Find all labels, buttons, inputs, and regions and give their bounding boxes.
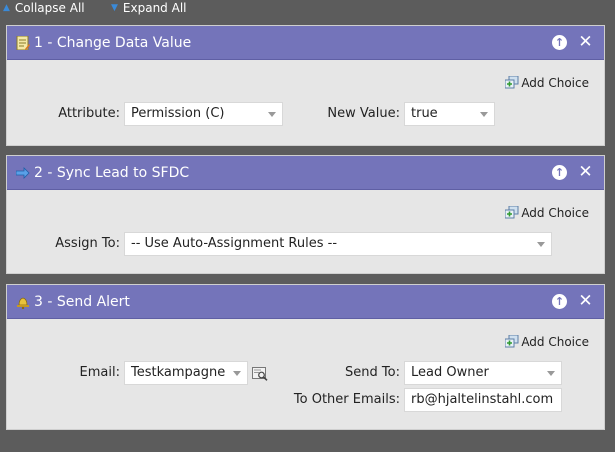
chevron-down-icon xyxy=(268,112,276,117)
email-preview-icon[interactable] xyxy=(252,367,268,381)
chevron-down-icon xyxy=(480,112,488,117)
flow-step-send-alert: 3 - Send Alert ↑ ✕ Add Choice Email: Tes… xyxy=(6,284,605,430)
expand-all-link[interactable]: ▼ Expand All xyxy=(111,0,187,16)
add-choice-label: Add Choice xyxy=(521,206,589,220)
remove-step-button[interactable]: ✕ xyxy=(577,293,594,310)
remove-step-button[interactable]: ✕ xyxy=(577,164,594,181)
arrow-up-icon: ↑ xyxy=(552,294,567,309)
move-up-button[interactable]: ↑ xyxy=(551,293,568,310)
close-icon: ✕ xyxy=(578,32,593,52)
collapse-all-label: Collapse All xyxy=(14,1,85,15)
move-up-button[interactable]: ↑ xyxy=(551,164,568,181)
new-value-label: New Value: xyxy=(327,106,400,121)
arrow-up-icon: ↑ xyxy=(552,165,567,180)
flow-step-change-data-value: 1 - Change Data Value ↑ ✕ Add Choice Att… xyxy=(6,25,605,146)
expand-all-label: Expand All xyxy=(122,1,187,15)
email-select[interactable]: Testkampagne xyxy=(124,361,248,385)
flow-step-sync-lead-to-sfdc: 2 - Sync Lead to SFDC ↑ ✕ Add Choice Ass… xyxy=(6,155,605,274)
close-icon: ✕ xyxy=(578,162,593,182)
other-emails-input[interactable]: rb@hjaltelinstahl.com xyxy=(404,388,562,412)
attribute-select[interactable]: Permission (C) xyxy=(124,102,283,126)
assign-to-selected-value: -- Use Auto-Assignment Rules -- xyxy=(131,236,338,251)
attribute-selected-value: Permission (C) xyxy=(131,106,225,121)
email-label: Email: xyxy=(79,365,120,380)
close-icon: ✕ xyxy=(578,291,593,311)
add-choice-label: Add Choice xyxy=(521,335,589,349)
add-choice-icon xyxy=(505,76,519,89)
add-choice-icon xyxy=(505,335,519,348)
triangle-up-icon: ▲ xyxy=(3,3,10,13)
assign-to-label: Assign To: xyxy=(55,236,120,251)
step-header[interactable]: 1 - Change Data Value ↑ ✕ xyxy=(7,26,604,60)
send-to-selected-value: Lead Owner xyxy=(411,365,489,380)
triangle-down-icon: ▼ xyxy=(111,3,118,13)
step-title: 3 - Send Alert xyxy=(34,294,130,310)
flow-toolbar: ▲ Collapse All ▼ Expand All xyxy=(0,0,615,18)
send-to-select[interactable]: Lead Owner xyxy=(404,361,562,385)
new-value-selected-value: true xyxy=(411,106,438,121)
change-data-icon xyxy=(16,36,30,50)
assign-to-select[interactable]: -- Use Auto-Assignment Rules -- xyxy=(124,232,552,256)
other-emails-label: To Other Emails: xyxy=(293,392,400,407)
step-header[interactable]: 3 - Send Alert ↑ ✕ xyxy=(7,285,604,319)
collapse-all-link[interactable]: ▲ Collapse All xyxy=(3,0,85,16)
add-choice-link[interactable]: Add Choice xyxy=(505,75,589,91)
add-choice-label: Add Choice xyxy=(521,76,589,90)
step-title: 1 - Change Data Value xyxy=(34,35,192,51)
add-choice-icon xyxy=(505,206,519,219)
new-value-select[interactable]: true xyxy=(404,102,495,126)
step-header[interactable]: 2 - Sync Lead to SFDC ↑ ✕ xyxy=(7,156,604,190)
chevron-down-icon xyxy=(537,242,545,247)
chevron-down-icon xyxy=(233,371,241,376)
attribute-label: Attribute: xyxy=(58,106,120,121)
sync-arrow-icon xyxy=(16,167,30,179)
add-choice-link[interactable]: Add Choice xyxy=(505,205,589,221)
add-choice-link[interactable]: Add Choice xyxy=(505,334,589,350)
email-selected-value: Testkampagne xyxy=(131,365,226,380)
arrow-up-icon: ↑ xyxy=(552,35,567,50)
chevron-down-icon xyxy=(547,371,555,376)
alert-icon xyxy=(17,297,29,309)
step-title: 2 - Sync Lead to SFDC xyxy=(34,165,190,181)
send-to-label: Send To: xyxy=(345,365,400,380)
remove-step-button[interactable]: ✕ xyxy=(577,34,594,51)
move-up-button[interactable]: ↑ xyxy=(551,34,568,51)
